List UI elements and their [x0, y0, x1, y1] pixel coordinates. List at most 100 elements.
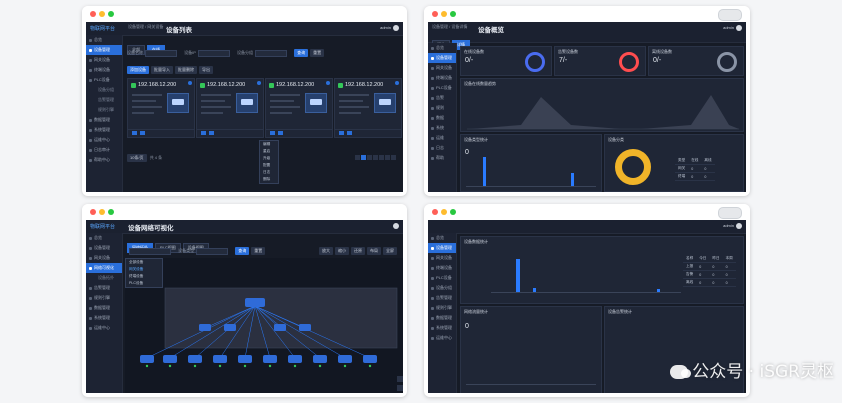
- menu-item[interactable]: 配置: [260, 162, 278, 169]
- user-menu[interactable]: admin: [380, 25, 399, 31]
- user-menu[interactable]: [391, 223, 399, 229]
- sidebar-item[interactable]: PLC设备: [86, 75, 122, 85]
- dropdown-option[interactable]: 网关设备: [126, 266, 162, 273]
- sidebar-item[interactable]: 日志审计: [86, 145, 122, 155]
- sidebar-item[interactable]: 总览: [428, 233, 456, 243]
- sidebar-item-active[interactable]: 设备管理: [428, 243, 456, 253]
- maximize-dot-icon[interactable]: [450, 209, 456, 215]
- sidebar-item[interactable]: 运维中心: [428, 333, 456, 343]
- sidebar-item[interactable]: 运维中心: [86, 135, 122, 145]
- page-button[interactable]: [385, 155, 390, 161]
- sidebar-item[interactable]: 网关设备: [86, 253, 122, 263]
- sidebar-subitem[interactable]: 告警管理: [86, 95, 122, 105]
- sidebar-item[interactable]: 系统管理: [86, 125, 122, 135]
- avatar[interactable]: [736, 223, 742, 229]
- user-menu[interactable]: admin: [723, 223, 742, 229]
- maximize-dot-icon[interactable]: [108, 209, 114, 215]
- avatar[interactable]: [393, 25, 399, 31]
- sidebar-item[interactable]: 总览: [428, 43, 456, 53]
- batch-delete-button[interactable]: 批量删除: [175, 65, 197, 74]
- dropdown-option[interactable]: PLC设备: [126, 280, 162, 287]
- sidebar-subitem[interactable]: 设备拓扑: [86, 273, 122, 283]
- page-button-active[interactable]: [361, 155, 366, 161]
- device-group-select[interactable]: [255, 49, 288, 57]
- sidebar-item[interactable]: 网关设备: [428, 253, 456, 263]
- sidebar-item[interactable]: 终端设备: [428, 263, 456, 273]
- settings-icon[interactable]: [140, 131, 145, 135]
- sidebar-item[interactable]: PLC设备: [428, 273, 456, 283]
- page-button[interactable]: [367, 155, 372, 161]
- fit-view-icon[interactable]: [397, 385, 403, 391]
- menu-item[interactable]: 重启: [260, 148, 278, 155]
- edit-icon[interactable]: [270, 131, 275, 135]
- device-search-input[interactable]: [129, 247, 171, 255]
- search-button[interactable]: 查询: [294, 49, 309, 57]
- sidebar-item[interactable]: 运维: [428, 133, 456, 143]
- sidebar-item[interactable]: 设备分组: [428, 283, 456, 293]
- minimap-toggle-icon[interactable]: [397, 376, 403, 382]
- close-dot-icon[interactable]: [90, 209, 96, 215]
- device-card[interactable]: 192.168.12.200: [196, 78, 264, 138]
- sidebar-item[interactable]: 告警: [428, 93, 456, 103]
- card-menu-icon[interactable]: [326, 81, 330, 85]
- page-size-select[interactable]: 10条/页 共 4 条: [127, 154, 162, 162]
- minimize-dot-icon[interactable]: [99, 11, 105, 17]
- device-card[interactable]: 192.168.12.200: [127, 78, 195, 138]
- sidebar-item[interactable]: PLC设备: [428, 83, 456, 93]
- card-menu-icon[interactable]: [395, 81, 399, 85]
- edit-icon[interactable]: [339, 131, 344, 135]
- settings-icon[interactable]: [209, 131, 214, 135]
- sidebar-item-active[interactable]: 设备管理: [86, 45, 122, 55]
- page-button[interactable]: [379, 155, 384, 161]
- sidebar-item[interactable]: 规则引擎: [86, 293, 122, 303]
- sidebar-item[interactable]: 帮助: [428, 153, 456, 163]
- sidebar-item[interactable]: 规则: [428, 103, 456, 113]
- minimize-dot-icon[interactable]: [99, 209, 105, 215]
- sidebar-subitem[interactable]: 规则引擎: [86, 105, 122, 115]
- user-menu[interactable]: admin: [723, 25, 742, 31]
- sidebar-item-active[interactable]: 网络可视化: [86, 263, 122, 273]
- dropdown-option[interactable]: 终端设备: [126, 273, 162, 280]
- sidebar-item[interactable]: 设备管理: [86, 243, 122, 253]
- card-menu-icon[interactable]: [257, 81, 261, 85]
- edit-icon[interactable]: [201, 131, 206, 135]
- sidebar-item[interactable]: 网关设备: [428, 63, 456, 73]
- sidebar-item[interactable]: 终端设备: [86, 65, 122, 75]
- fullscreen-button[interactable]: 全屏: [383, 247, 397, 255]
- dropdown-option[interactable]: 全部设备: [126, 259, 162, 266]
- reset-button[interactable]: 重置: [251, 247, 266, 255]
- sidebar-item[interactable]: 总览: [86, 233, 122, 243]
- sidebar-item[interactable]: 帮助中心: [86, 155, 122, 165]
- edit-icon[interactable]: [132, 131, 137, 135]
- browser-profile-icon[interactable]: [718, 207, 742, 219]
- device-type-select[interactable]: [196, 247, 229, 255]
- page-size-label[interactable]: 10条/页: [127, 154, 147, 162]
- avatar[interactable]: [736, 25, 742, 31]
- settings-icon[interactable]: [278, 131, 283, 135]
- reset-view-button[interactable]: 还原: [351, 247, 365, 255]
- browser-profile-icon[interactable]: [718, 9, 742, 21]
- batch-import-button[interactable]: 批量导入: [151, 65, 173, 74]
- topology-canvas[interactable]: [125, 258, 403, 393]
- minimize-dot-icon[interactable]: [441, 209, 447, 215]
- sidebar-item[interactable]: 日志: [428, 143, 456, 153]
- sidebar-subitem[interactable]: 设备分组: [86, 85, 122, 95]
- sidebar-item[interactable]: 告警管理: [428, 293, 456, 303]
- device-card[interactable]: 192.168.12.200: [334, 78, 402, 138]
- sidebar-item-active[interactable]: 设备管理: [428, 53, 456, 63]
- sidebar-item[interactable]: 数据: [428, 113, 456, 123]
- zoom-out-button[interactable]: 缩小: [335, 247, 349, 255]
- sidebar-item[interactable]: 告警管理: [86, 283, 122, 293]
- page-button[interactable]: [391, 155, 396, 161]
- menu-item[interactable]: 升级: [260, 155, 278, 162]
- device-name-input[interactable]: [145, 49, 177, 57]
- card-menu-icon[interactable]: [188, 81, 192, 85]
- device-card[interactable]: 192.168.12.200: [265, 78, 333, 138]
- menu-item[interactable]: 编辑: [260, 141, 278, 148]
- menu-item[interactable]: 删除: [260, 176, 278, 183]
- export-button[interactable]: 导出: [199, 65, 213, 74]
- layout-button[interactable]: 布局: [367, 247, 381, 255]
- settings-icon[interactable]: [347, 131, 352, 135]
- sidebar-item[interactable]: 规则引擎: [428, 303, 456, 313]
- page-button[interactable]: [373, 155, 378, 161]
